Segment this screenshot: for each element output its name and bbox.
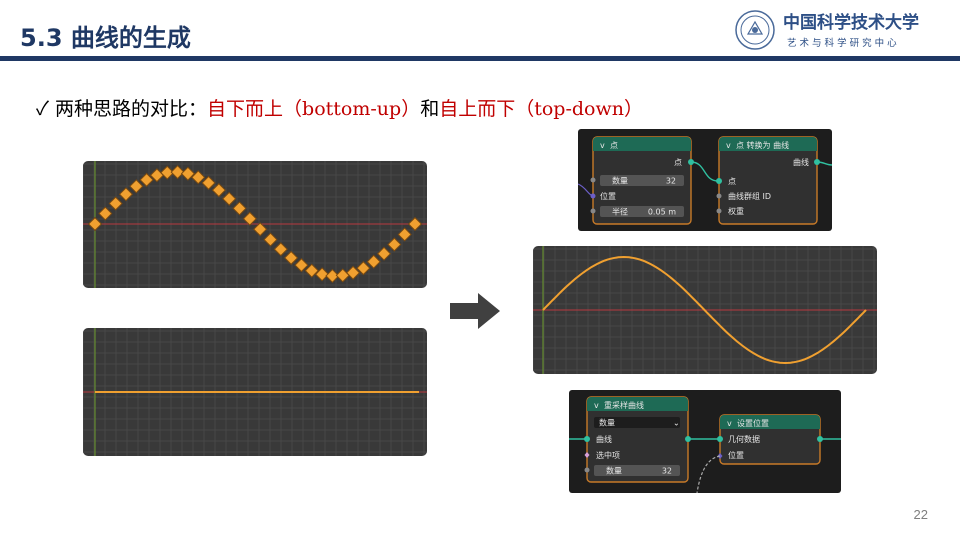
- university-logo: 中国科学技术大学 艺 术 与 科 学 研 究 中 心: [735, 10, 919, 50]
- socket-label: 权重: [728, 206, 744, 216]
- right-arrow-icon: [450, 293, 500, 329]
- node-editor-points-to-curve: v 点 点 数量 32 位置 半径 0.05 m v 点 转换为 曲线 曲线 点…: [578, 129, 832, 231]
- field-label: 数量: [606, 466, 622, 476]
- curve-point: [387, 237, 402, 252]
- input-socket[interactable]: [717, 436, 723, 442]
- logo-main-text: 中国科学技术大学: [783, 12, 919, 33]
- node-set-position[interactable]: v 设置位置 几何数据 位置: [717, 414, 823, 465]
- node-title: 点 转换为 曲线: [736, 140, 789, 150]
- node-link: [696, 455, 721, 493]
- comparison-bullet: ✓ 两种思路的对比：自下而上（bottom-up）和自上而下（top-down）: [36, 94, 643, 121]
- curve-point: [98, 206, 113, 221]
- top-down-text: 自上而下（top-down）: [439, 98, 643, 120]
- viewport-sine-points: [83, 161, 427, 288]
- node-title: 设置位置: [737, 418, 769, 428]
- input-socket[interactable]: [716, 178, 722, 184]
- collapse-chevron-icon[interactable]: v: [726, 141, 731, 150]
- page-number: 22: [913, 507, 928, 522]
- input-socket[interactable]: [590, 208, 596, 214]
- socket-label: 几何数据: [728, 434, 760, 444]
- curve-point: [232, 201, 247, 216]
- node-resample-curve[interactable]: v 重采样曲线 数量 ⌄ 曲线 选中项 数量 32: [584, 396, 691, 483]
- field-value: 32: [666, 177, 676, 186]
- socket-label: 点: [674, 158, 682, 167]
- node-editor-resample-curve: v 重采样曲线 数量 ⌄ 曲线 选中项 数量 32 v 设置位置 几何数据 位置: [569, 390, 841, 493]
- node-points-to-curve[interactable]: v 点 转换为 曲线 曲线 点 曲线群组 ID 权重: [716, 136, 820, 225]
- field-label: 数量: [612, 176, 628, 186]
- collapse-chevron-icon[interactable]: v: [727, 419, 732, 428]
- curve-point: [284, 250, 299, 265]
- input-socket[interactable]: [716, 193, 722, 199]
- curve-point: [222, 191, 237, 206]
- collapse-chevron-icon[interactable]: v: [594, 401, 599, 410]
- curve-point: [129, 179, 144, 194]
- collapse-chevron-icon[interactable]: v: [600, 141, 605, 150]
- bullet-mid: 和: [420, 98, 440, 120]
- header-rule: [0, 56, 960, 61]
- socket-label: 曲线: [596, 434, 612, 444]
- curve-point: [263, 232, 278, 247]
- field-value: 32: [662, 467, 672, 476]
- node-point[interactable]: v 点 点 数量 32 位置 半径 0.05 m: [590, 136, 695, 225]
- socket-label: 位置: [600, 191, 616, 201]
- input-socket[interactable]: [716, 208, 722, 214]
- socket-label: 曲线群组 ID: [728, 191, 771, 201]
- bullet-prefix: 两种思路的对比：: [55, 98, 208, 120]
- input-socket[interactable]: [590, 177, 596, 183]
- input-socket[interactable]: [584, 467, 590, 473]
- curve-point: [118, 187, 134, 202]
- slide-title: 5.3 曲线的生成: [20, 24, 191, 52]
- socket-label: 选中项: [596, 450, 620, 460]
- socket-label: 曲线: [793, 157, 809, 167]
- curve-point: [407, 216, 423, 232]
- socket-label: 点: [728, 177, 736, 186]
- socket-label: 位置: [728, 450, 744, 460]
- logo-sub-text: 艺 术 与 科 学 研 究 中 心: [787, 37, 897, 49]
- curve-point: [253, 222, 268, 237]
- node-title: 重采样曲线: [604, 400, 644, 410]
- viewport-flat-line: [83, 328, 427, 456]
- curve-point: [87, 216, 103, 232]
- curve-point: [273, 242, 288, 257]
- node-link: [690, 161, 719, 182]
- viewport-sine-curve: [533, 246, 877, 374]
- field-value: 0.05 m: [648, 208, 676, 217]
- curve-point: [242, 211, 257, 226]
- bottom-up-text: 自下而上（bottom-up）: [207, 98, 421, 120]
- dropdown-value: 数量: [599, 418, 615, 428]
- node-link: [578, 183, 594, 197]
- node-title: 点: [610, 141, 618, 150]
- check-icon: ✓: [36, 98, 49, 120]
- chevron-down-icon: ⌄: [673, 419, 680, 428]
- field-label: 半径: [612, 207, 628, 217]
